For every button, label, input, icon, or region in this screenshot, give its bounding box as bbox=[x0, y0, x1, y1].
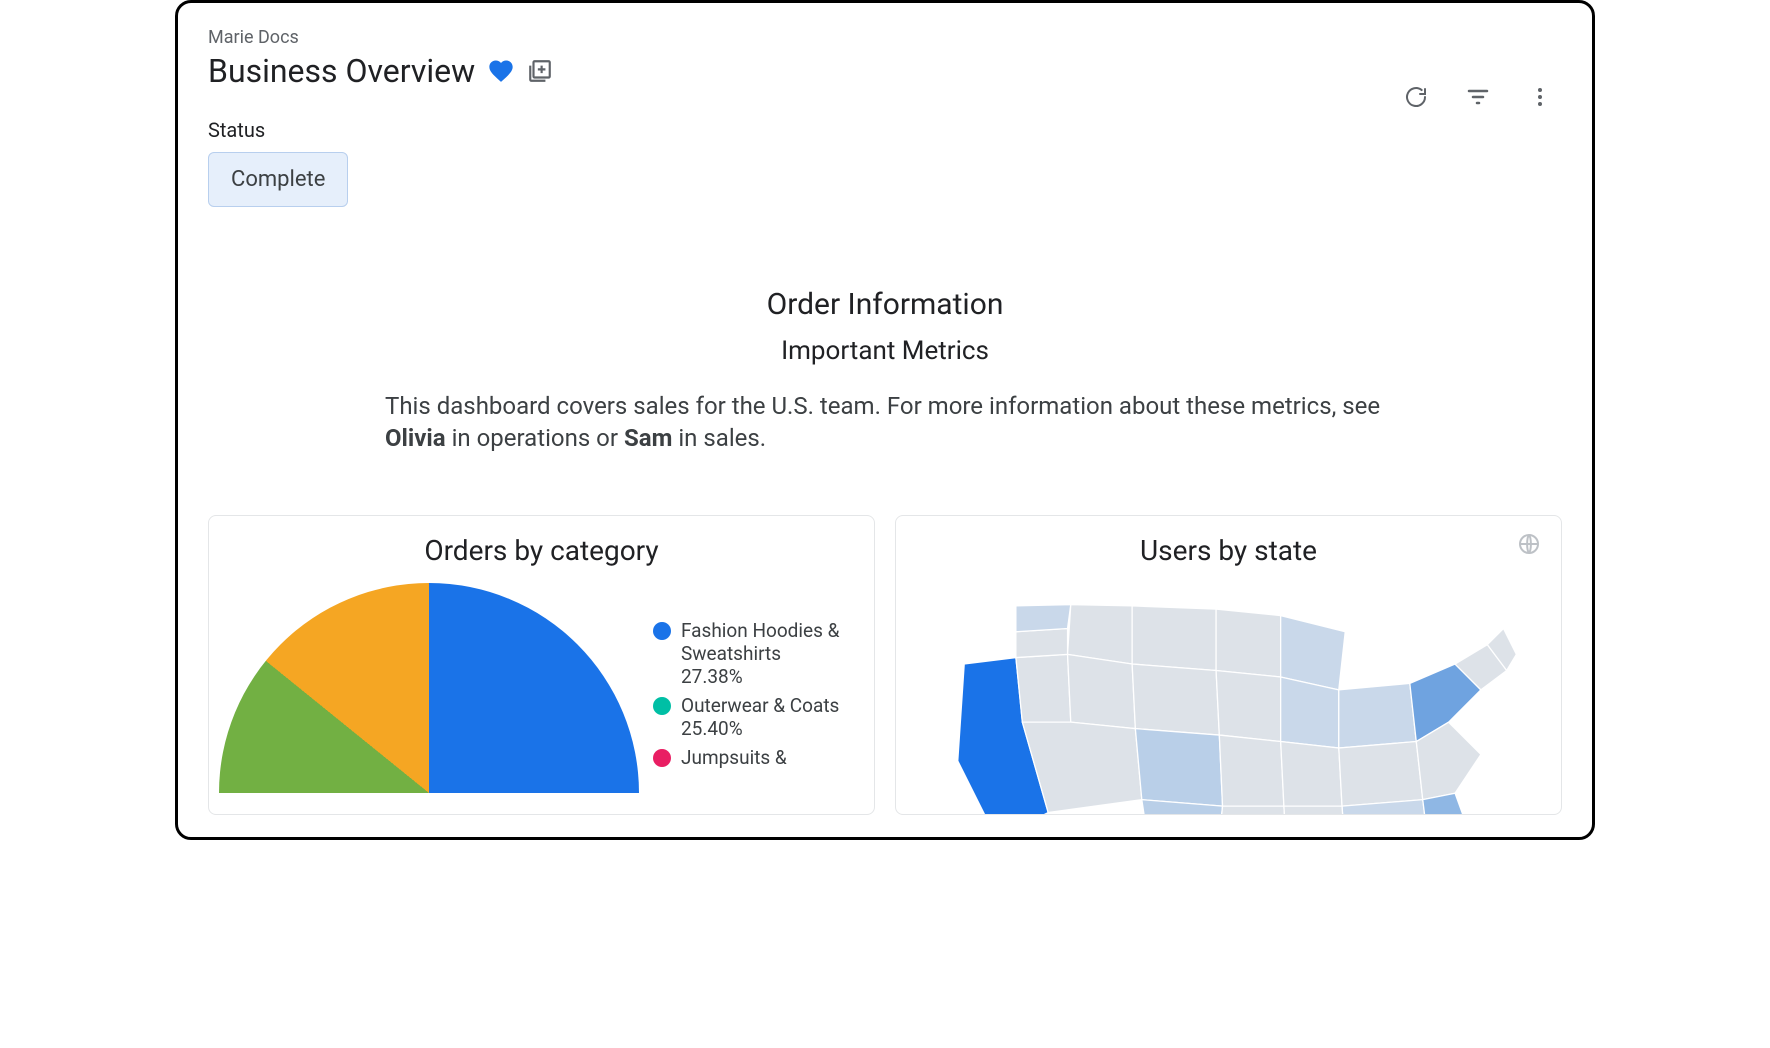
us-map[interactable] bbox=[916, 583, 1541, 815]
legend-label: Outerwear & Coats 25.40% bbox=[681, 694, 843, 740]
filters-bar: Status Complete bbox=[178, 100, 1592, 227]
header: Marie Docs Business Overview bbox=[178, 3, 1592, 100]
section-description: This dashboard covers sales for the U.S.… bbox=[375, 390, 1395, 455]
panel-orders-by-category: Orders by category Fashion Hoodies & Swe… bbox=[208, 515, 875, 815]
title-row: Business Overview bbox=[208, 52, 1562, 90]
breadcrumb[interactable]: Marie Docs bbox=[208, 27, 1562, 48]
panel-orders-title: Orders by category bbox=[229, 534, 854, 567]
add-to-collection-icon[interactable] bbox=[527, 58, 553, 84]
legend-swatch-icon bbox=[653, 697, 671, 715]
desc-text-3: in sales. bbox=[672, 424, 766, 452]
top-actions bbox=[1400, 81, 1556, 113]
panels-row: Orders by category Fashion Hoodies & Swe… bbox=[178, 455, 1592, 815]
page-title: Business Overview bbox=[208, 52, 475, 90]
legend-label: Jumpsuits & bbox=[681, 746, 787, 769]
filter-status-label: Status bbox=[208, 118, 1562, 142]
desc-contact-2: Sam bbox=[624, 424, 672, 452]
legend-label: Fashion Hoodies & Sweatshirts 27.38% bbox=[681, 619, 843, 688]
refresh-button[interactable] bbox=[1400, 81, 1432, 113]
legend-swatch-icon bbox=[653, 749, 671, 767]
info-block: Order Information Important Metrics This… bbox=[178, 287, 1592, 455]
panel-users-title: Users by state bbox=[916, 534, 1541, 567]
legend-item[interactable]: Jumpsuits & bbox=[653, 746, 843, 769]
desc-text-2: in operations or bbox=[446, 424, 624, 452]
legend-swatch-icon bbox=[653, 622, 671, 640]
favorite-heart-icon[interactable] bbox=[487, 57, 515, 85]
globe-icon[interactable] bbox=[1517, 532, 1541, 560]
pie-slices bbox=[219, 583, 639, 793]
filter-status-chip[interactable]: Complete bbox=[208, 152, 348, 207]
legend-item[interactable]: Outerwear & Coats 25.40% bbox=[653, 694, 843, 740]
pie-chart-area: Fashion Hoodies & Sweatshirts 27.38% Out… bbox=[229, 583, 854, 793]
app-frame: Marie Docs Business Overview bbox=[175, 0, 1595, 840]
filter-button[interactable] bbox=[1462, 81, 1494, 113]
section-subtitle: Important Metrics bbox=[178, 336, 1592, 366]
legend-item[interactable]: Fashion Hoodies & Sweatshirts 27.38% bbox=[653, 619, 843, 688]
pie-chart[interactable] bbox=[219, 583, 639, 793]
filter-icon bbox=[1466, 85, 1490, 109]
refresh-icon bbox=[1404, 85, 1428, 109]
pie-legend: Fashion Hoodies & Sweatshirts 27.38% Out… bbox=[653, 583, 843, 775]
more-vert-icon bbox=[1528, 85, 1552, 109]
more-button[interactable] bbox=[1524, 81, 1556, 113]
desc-text-1: This dashboard covers sales for the U.S.… bbox=[385, 392, 1380, 420]
section-title: Order Information bbox=[178, 287, 1592, 322]
panel-users-by-state: Users by state bbox=[895, 515, 1562, 815]
desc-contact-1: Olivia bbox=[385, 424, 446, 452]
